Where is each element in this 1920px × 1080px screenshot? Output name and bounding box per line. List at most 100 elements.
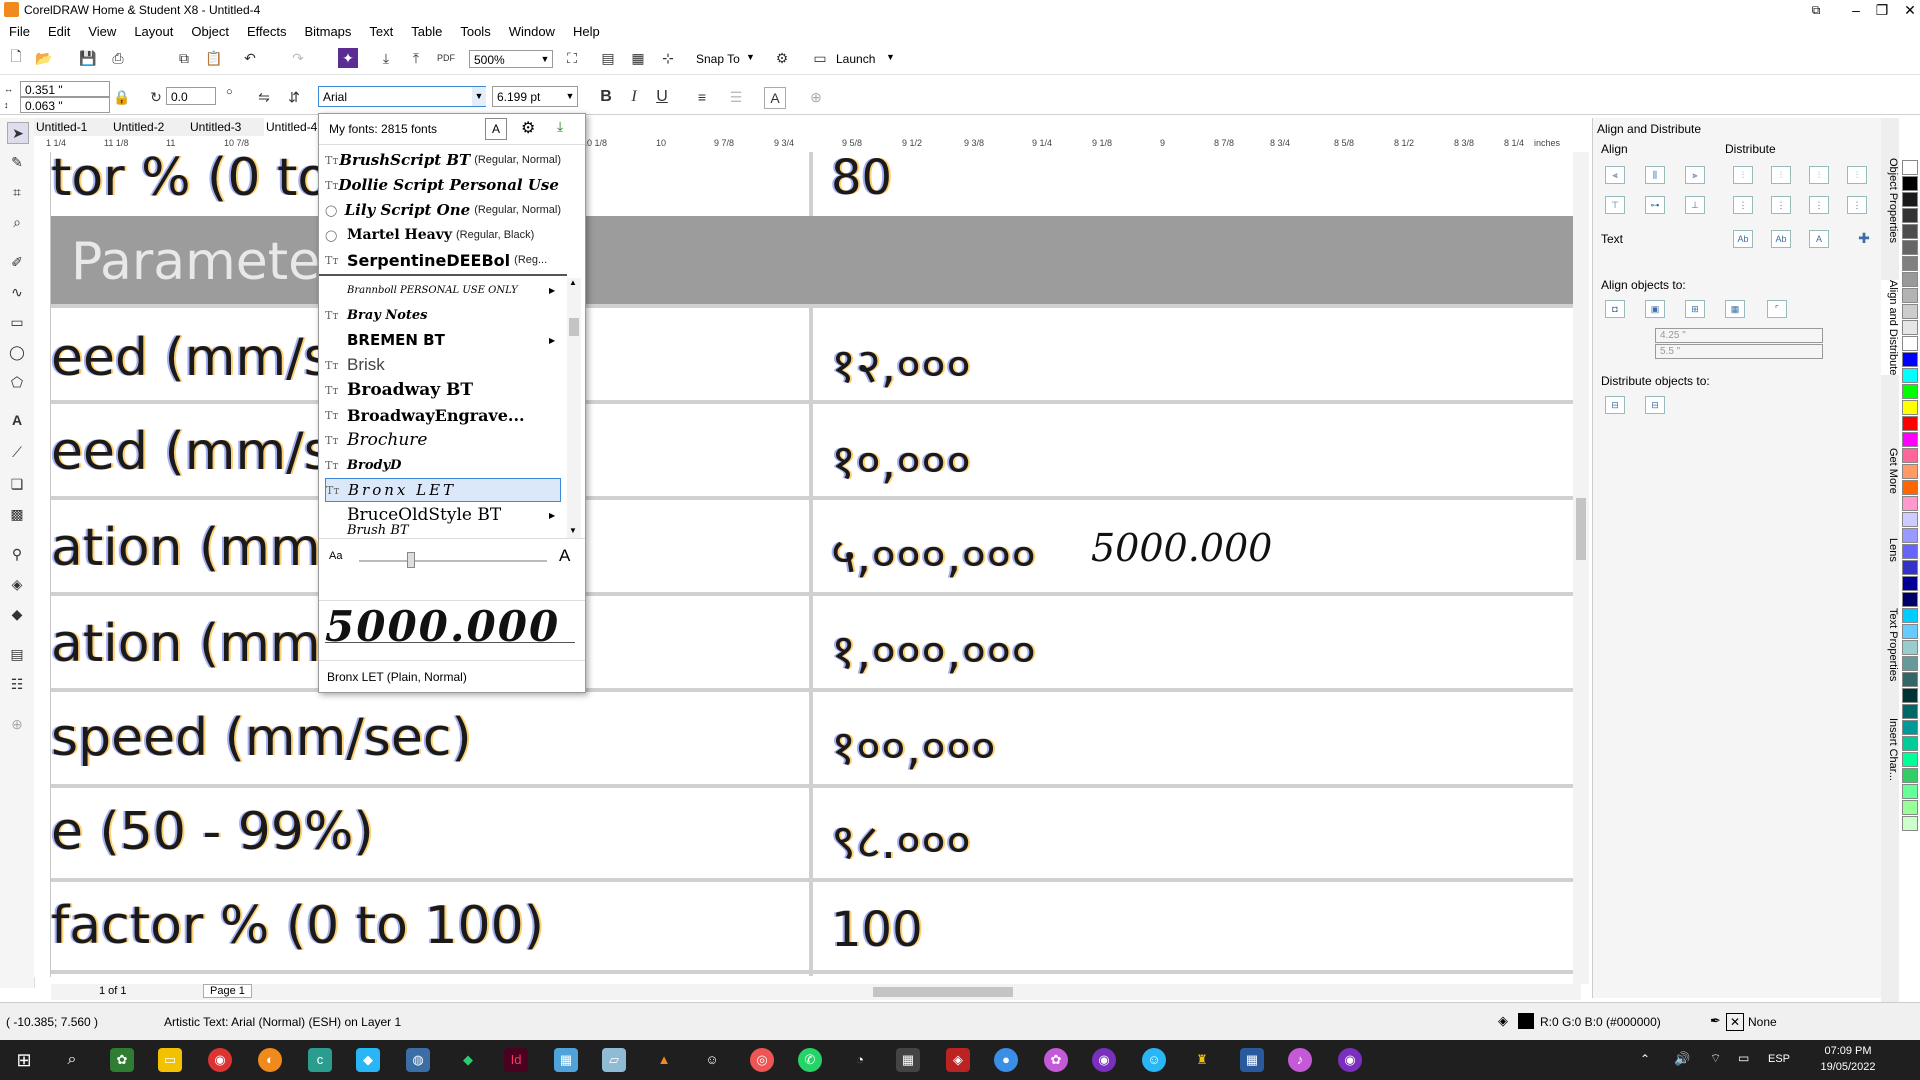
vertical-scrollbar[interactable] [1573, 152, 1589, 984]
rectangle-tool-icon[interactable]: ▭ [7, 312, 27, 332]
palette-swatch[interactable] [1902, 464, 1918, 479]
lock-ratio-icon[interactable]: 🔒 [112, 87, 132, 107]
font-list-item[interactable]: Tᴛ Bray Notes [325, 303, 561, 327]
palette-swatch[interactable] [1902, 672, 1918, 687]
palette-swatch[interactable] [1902, 704, 1918, 719]
save-icon[interactable]: 💾 [78, 48, 98, 68]
distribute-right-icon[interactable]: ⫶ [1809, 166, 1829, 184]
new-document-icon[interactable]: 🗋 [6, 48, 26, 68]
palette-swatch[interactable] [1902, 560, 1918, 575]
distribute-center-icon[interactable]: ⫶ [1771, 166, 1791, 184]
app-icon[interactable]: ◆ [356, 1048, 380, 1072]
menu-edit[interactable]: Edit [39, 24, 79, 39]
transparency-icon[interactable]: ▩ [7, 504, 27, 524]
indesign-icon[interactable]: Id [504, 1048, 528, 1072]
grid-icon[interactable]: ▦ [628, 48, 648, 68]
music-icon[interactable]: ♪ [1288, 1048, 1312, 1072]
menu-layout[interactable]: Layout [125, 24, 182, 39]
chevron-down-icon[interactable]: ▼ [746, 52, 755, 62]
palette-swatch[interactable] [1902, 800, 1918, 815]
settings-gear-icon[interactable]: ⚙ [521, 118, 535, 138]
tab-get-more[interactable]: Get More [1881, 448, 1899, 494]
snap-to-button[interactable]: Snap To [696, 52, 740, 66]
crop-tool-icon[interactable]: ⌗ [7, 182, 27, 202]
font-list-item[interactable]: Tᴛ Broadway BT [325, 378, 561, 402]
palette-swatch[interactable] [1902, 336, 1918, 351]
outline-swatch[interactable]: ✕ [1726, 1013, 1744, 1031]
distribute-top-icon[interactable]: ⋮ [1733, 196, 1753, 214]
app-icon[interactable]: ▦ [554, 1048, 578, 1072]
copy-icon[interactable]: ⧉ [174, 48, 194, 68]
menu-window[interactable]: Window [500, 24, 564, 39]
canvas-text-right[interactable]: ५,०००,००० [831, 522, 1036, 587]
volume-icon[interactable]: 🔊 [1674, 1051, 1690, 1067]
accessibility-icon[interactable]: ☺ [700, 1048, 724, 1072]
font-list-item[interactable]: Brush BT [325, 524, 561, 536]
distribute-page-icon[interactable]: ⊟ [1645, 396, 1665, 414]
launch-icon[interactable]: ▭ [810, 48, 830, 68]
palette-swatch[interactable] [1902, 592, 1918, 607]
canvas-text-left[interactable]: tor % (0 to [51, 152, 329, 208]
palette-swatch[interactable] [1902, 352, 1918, 367]
mirror-vertical-icon[interactable]: ⇵ [284, 87, 304, 107]
font-list-item-selected[interactable]: Tᴛ Bronx LET [325, 478, 561, 502]
tab-object-properties[interactable]: Object Properties [1881, 158, 1899, 243]
app-icon[interactable]: ▱ [602, 1048, 626, 1072]
font-list-item[interactable]: Tᴛ Brisk [325, 353, 561, 377]
distribute-left-icon[interactable]: ⫶ [1733, 166, 1753, 184]
ellipse-tool-icon[interactable]: ◯ [7, 342, 27, 362]
export-icon[interactable]: ⤒ [406, 48, 426, 68]
guidelines-icon[interactable]: ⊹ [658, 48, 678, 68]
font-list-item[interactable]: Brannboll PERSONAL USE ONLY [325, 278, 561, 302]
italic-button[interactable]: I [624, 87, 644, 107]
palette-swatch[interactable] [1902, 288, 1918, 303]
font-filter-icon[interactable]: A [485, 118, 507, 140]
chevron-down-icon[interactable]: ▼ [886, 52, 895, 62]
tab-text-properties[interactable]: Text Properties [1881, 608, 1899, 681]
palette-swatch[interactable] [1902, 384, 1918, 399]
canvas-text-right[interactable]: १२,००० [831, 332, 971, 397]
canvas-text-left[interactable]: e (50 - 99%) [51, 802, 374, 862]
layout-tool-icon[interactable]: ▤ [7, 644, 27, 664]
search-content-icon[interactable]: ✦ [338, 48, 358, 68]
palette-swatch[interactable] [1902, 496, 1918, 511]
menu-help[interactable]: Help [564, 24, 609, 39]
font-item-recent[interactable]: Tᴛ Dollie Script Personal Use (Regular,.… [325, 173, 561, 197]
app-icon[interactable]: ◍ [406, 1048, 430, 1072]
get-more-fonts-icon[interactable]: ⤓ [557, 118, 563, 135]
palette-swatch[interactable] [1902, 304, 1918, 319]
add-icon[interactable]: ⊕ [806, 87, 826, 107]
submenu-arrow-icon[interactable]: ▶ [549, 336, 555, 345]
palette-swatch[interactable] [1902, 400, 1918, 415]
font-item-recent[interactable]: ◯ Lily Script One (Regular, Normal) [325, 198, 561, 222]
horizontal-scroll-thumb[interactable] [873, 987, 1013, 997]
gem-icon[interactable]: ◆ [456, 1048, 480, 1072]
scroll-up-icon[interactable]: ▲ [569, 278, 577, 287]
palette-swatch[interactable] [1902, 240, 1918, 255]
text-tool-icon[interactable]: A [7, 410, 27, 430]
drop-shadow-icon[interactable]: ❏ [7, 474, 27, 494]
font-list-item[interactable]: Tᴛ Brochure [325, 428, 561, 452]
page-tab[interactable]: Page 1 [203, 984, 252, 998]
palette-swatch[interactable] [1902, 480, 1918, 495]
help-icon[interactable]: ⧉ [1796, 0, 1836, 20]
align-center-v-icon[interactable]: ⊶ [1645, 196, 1665, 214]
app-icon[interactable]: ♜ [1190, 1048, 1214, 1072]
language-indicator[interactable]: ESP [1768, 1053, 1790, 1065]
interactive-fill-icon[interactable]: ◈ [7, 574, 27, 594]
whatsapp-icon[interactable]: ✆ [798, 1048, 822, 1072]
artistic-media-icon[interactable]: ∿ [7, 282, 27, 302]
grid-align-icon[interactable]: ▦ [1725, 300, 1745, 318]
palette-swatch[interactable] [1902, 768, 1918, 783]
scroll-thumb[interactable] [569, 318, 579, 336]
calculator-icon[interactable]: ▦ [896, 1048, 920, 1072]
app-icon[interactable]: ✿ [1044, 1048, 1068, 1072]
zoom-tool-icon[interactable]: ⌕ [7, 212, 27, 232]
app-icon[interactable]: ✿ [110, 1048, 134, 1072]
chat-icon[interactable]: ● [994, 1048, 1018, 1072]
bullet-list-icon[interactable]: ☰ [726, 87, 746, 107]
preview-size-slider[interactable] [359, 560, 547, 562]
canvas-text-right[interactable]: 80 [831, 152, 892, 206]
palette-swatch[interactable] [1902, 416, 1918, 431]
search-icon[interactable]: ⌕ [60, 1048, 84, 1072]
